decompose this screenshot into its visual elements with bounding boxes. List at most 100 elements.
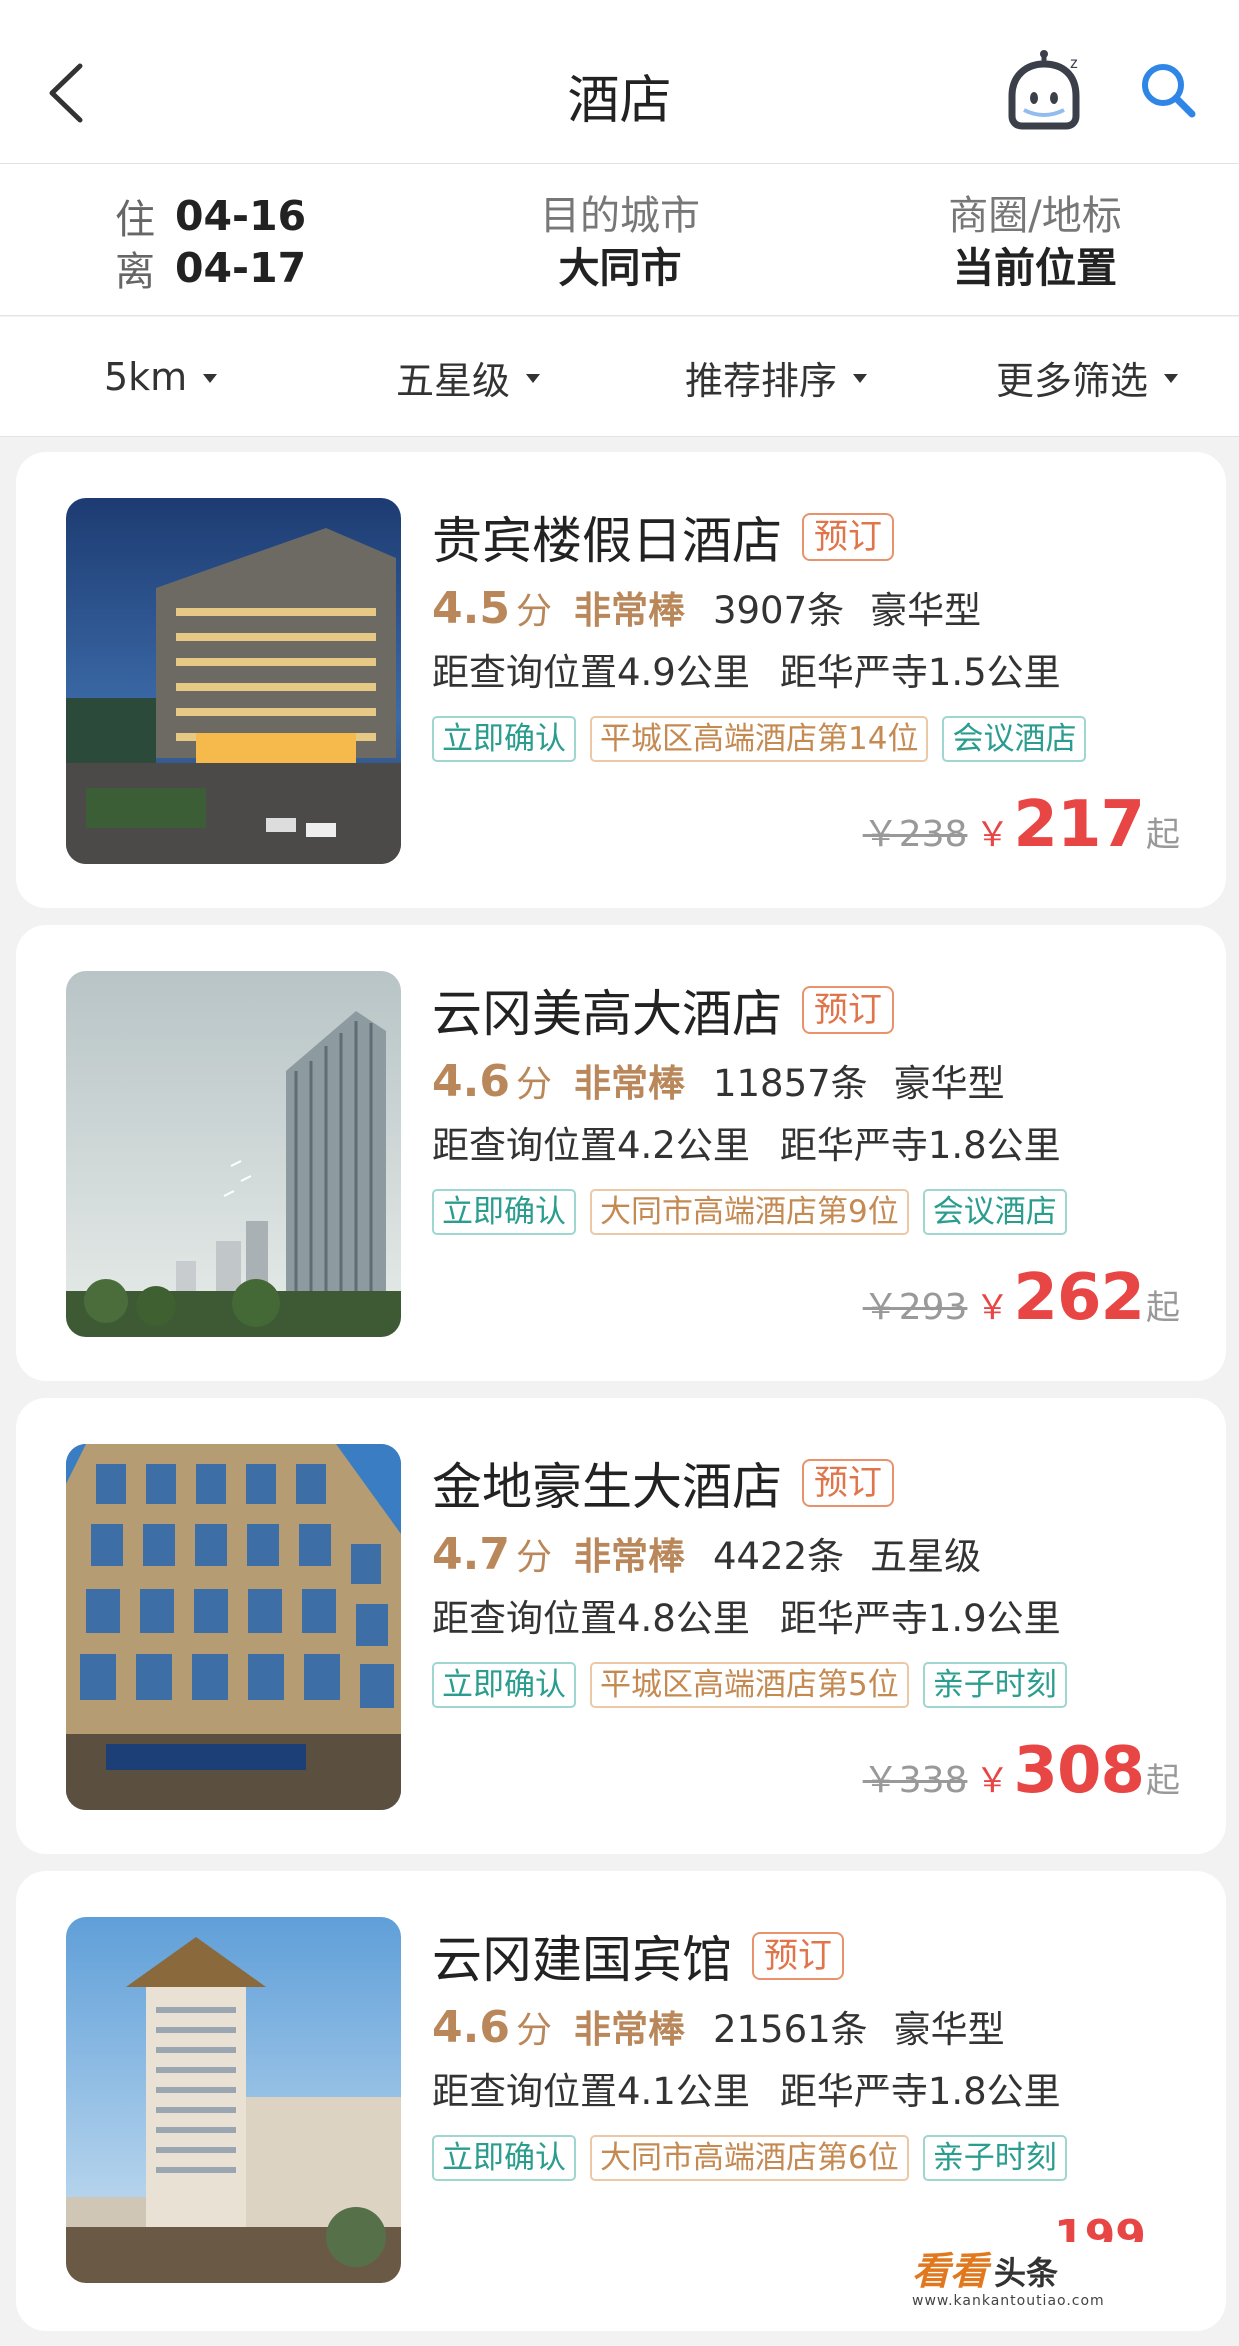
checkout-label: 离 [115, 249, 155, 295]
original-price: ￥238 [862, 814, 968, 855]
book-badge: 预订 [802, 986, 894, 1034]
rating-text: 非常棒 [573, 2008, 685, 2051]
landmark-value: 当前位置 [953, 244, 1117, 292]
rating-row: 4.5 分 非常棒 3907条 豪华型 [432, 580, 981, 634]
filter-distance[interactable]: 5km [104, 317, 218, 437]
tag-list: 立即确认 平城区高端酒店第14位 会议酒店 [432, 716, 1100, 762]
landmark-selector[interactable]: 商圈/地标 当前位置 [900, 190, 1170, 294]
tag-list: 立即确认 大同市高端酒店第9位 会议酒店 [432, 1189, 1081, 1235]
distance-query: 距查询位置4.8公里 [432, 1597, 750, 1640]
current-price: 308 [1013, 1734, 1145, 1808]
filter-sort[interactable]: 推荐排序 [685, 317, 868, 437]
current-price: 262 [1013, 1261, 1145, 1335]
tag: 平城区高端酒店第5位 [590, 1662, 909, 1708]
tag: 立即确认 [432, 2135, 576, 2181]
tag-list: 立即确认 平城区高端酒店第5位 亲子时刻 [432, 1662, 1081, 1708]
distance-landmark: 距华严寺1.8公里 [779, 1124, 1061, 1167]
tag: 大同市高端酒店第9位 [590, 1189, 909, 1235]
distance-landmark: 距华严寺1.9公里 [779, 1597, 1061, 1640]
book-badge: 预订 [752, 1932, 844, 1980]
hotel-photo [66, 1917, 401, 2283]
tag: 会议酒店 [922, 1189, 1067, 1235]
distance-row: 距查询位置4.8公里 距华严寺1.9公里 [432, 1588, 1061, 1642]
review-count: 21561条 [712, 2008, 868, 2051]
hotel-card[interactable]: 贵宾楼假日酒店 预订 4.5 分 非常棒 3907条 豪华型 距查询位置4.9公… [16, 452, 1226, 908]
price-row: ￥293 ￥ 262 起 [863, 1261, 1180, 1335]
tag: 会议酒店 [942, 716, 1087, 762]
book-badge: 预订 [802, 513, 894, 561]
city-label: 目的城市 [540, 193, 700, 239]
rating-score: 4.6 [432, 2002, 510, 2053]
watermark-logo: 看看 头条 www.kankantoutiao.com [912, 2240, 1142, 2320]
tag: 立即确认 [432, 716, 576, 762]
filter-star[interactable]: 五星级 [396, 317, 541, 437]
rating-score: 4.5 [432, 583, 510, 634]
price-row: ￥338 ￥ 308 起 [863, 1734, 1180, 1808]
price-suffix: 起 [1146, 1288, 1180, 1328]
hotel-type: 豪华型 [893, 2008, 1005, 2051]
currency-symbol: ￥ [975, 1761, 1010, 1801]
rating-row: 4.6 分 非常棒 11857条 豪华型 [432, 1053, 1005, 1107]
hotel-photo [66, 971, 401, 1337]
city-selector[interactable]: 目的城市 大同市 [470, 190, 770, 294]
dropdown-caret-icon [853, 373, 868, 383]
search-icon[interactable] [1138, 60, 1198, 120]
price-row: ￥238 ￥ 217 起 [863, 788, 1180, 862]
filter-more-label: 更多筛选 [996, 358, 1149, 403]
current-price: 217 [1013, 788, 1145, 862]
distance-landmark: 距华严寺1.8公里 [779, 2070, 1061, 2113]
tag: 立即确认 [432, 1662, 576, 1708]
checkin-date: 04-16 [175, 192, 307, 240]
tag: 大同市高端酒店第6位 [590, 2135, 909, 2181]
hotel-name: 云冈美高大酒店 [432, 985, 782, 1043]
watermark-side: 头条 [994, 2254, 1059, 2292]
distance-query: 距查询位置4.9公里 [432, 651, 750, 694]
filter-bar: 5km 五星级 推荐排序 更多筛选 [0, 317, 1239, 437]
price-suffix: 起 [1146, 815, 1180, 855]
hotel-card[interactable]: 金地豪生大酒店 预订 4.7 分 非常棒 4422条 五星级 距查询位置4.8公… [16, 1398, 1226, 1854]
original-price: ￥293 [862, 1287, 968, 1328]
currency-symbol: ￥ [975, 1288, 1010, 1328]
distance-query: 距查询位置4.1公里 [432, 2070, 750, 2113]
tag: 平城区高端酒店第14位 [590, 716, 929, 762]
date-selector[interactable]: 住 04-16 离 04-17 [115, 190, 307, 295]
price-suffix: 起 [1146, 1761, 1180, 1801]
rating-score: 4.7 [432, 1529, 510, 1580]
hotel-photo [66, 1444, 401, 1810]
rating-unit: 分 [515, 1537, 552, 1578]
distance-row: 距查询位置4.1公里 距华严寺1.8公里 [432, 2061, 1061, 2115]
hotel-name: 金地豪生大酒店 [432, 1458, 782, 1516]
review-count: 3907条 [712, 589, 845, 632]
filter-star-label: 五星级 [396, 358, 511, 403]
filter-distance-label: 5km [104, 355, 188, 399]
review-count: 11857条 [712, 1062, 868, 1105]
rating-unit: 分 [515, 1064, 552, 1105]
dropdown-caret-icon [203, 373, 218, 383]
landmark-label: 商圈/地标 [948, 193, 1122, 239]
distance-query: 距查询位置4.2公里 [432, 1124, 750, 1167]
search-conditions-bar: 住 04-16 离 04-17 目的城市 大同市 商圈/地标 当前位置 [0, 164, 1239, 316]
rating-text: 非常棒 [573, 589, 685, 632]
hotel-photo [66, 498, 401, 864]
tag-list: 立即确认 大同市高端酒店第6位 亲子时刻 [432, 2135, 1081, 2181]
rating-unit: 分 [515, 591, 552, 632]
distance-landmark: 距华严寺1.5公里 [779, 651, 1061, 694]
rating-row: 4.7 分 非常棒 4422条 五星级 [432, 1526, 981, 1580]
hotel-name: 贵宾楼假日酒店 [432, 512, 782, 570]
hotel-type: 豪华型 [893, 1062, 1005, 1105]
rating-text: 非常棒 [573, 1062, 685, 1105]
assistant-robot-icon[interactable]: z [1000, 50, 1090, 130]
review-count: 4422条 [712, 1535, 845, 1578]
tag: 立即确认 [432, 1189, 576, 1235]
currency-symbol: ￥ [975, 815, 1010, 855]
top-bar: 酒店 z [0, 0, 1239, 164]
hotel-card[interactable]: 云冈美高大酒店 预订 4.6 分 非常棒 11857条 豪华型 距查询位置4.2… [16, 925, 1226, 1381]
city-value: 大同市 [558, 244, 682, 292]
watermark-main: 看看 [912, 2249, 989, 2293]
filter-sort-label: 推荐排序 [685, 358, 838, 403]
rating-unit: 分 [515, 2010, 552, 2051]
svg-text:z: z [1070, 55, 1078, 72]
book-badge: 预订 [802, 1459, 894, 1507]
filter-more[interactable]: 更多筛选 [996, 317, 1179, 437]
hotel-type: 豪华型 [870, 589, 982, 632]
